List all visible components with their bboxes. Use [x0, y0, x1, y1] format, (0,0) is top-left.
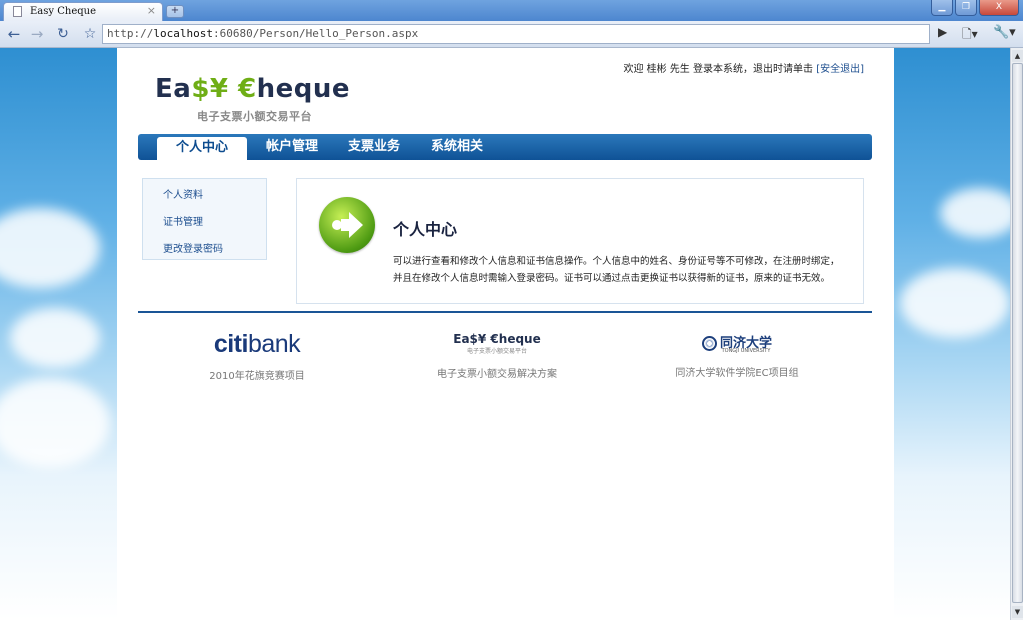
nav-item-cheque-business[interactable]: 支票业务: [348, 134, 400, 160]
welcome-text: 欢迎 桂彬 先生 登录本系统，退出时请单击: [623, 64, 813, 75]
partner-easycheque: Ea$¥ €heque 电子支票小额交易平台 电子支票小额交易解决方案: [397, 332, 597, 380]
reload-icon[interactable]: ↻: [54, 25, 72, 43]
sidebar-item-change-password[interactable]: 更改登录密码: [163, 240, 223, 255]
wrench-icon[interactable]: 🔧▾: [993, 25, 1016, 40]
go-arrow-icon[interactable]: ▶: [938, 25, 947, 39]
sidebar-item-profile[interactable]: 个人资料: [163, 186, 203, 201]
minimize-button[interactable]: ▁: [931, 0, 953, 16]
sidebar: 个人资料 证书管理 更改登录密码: [142, 178, 267, 260]
nav-item-account-management[interactable]: 帐户管理: [266, 134, 318, 160]
page-menu-icon[interactable]: 🗋▾: [962, 25, 978, 46]
citibank-logo: citibank: [213, 330, 301, 358]
window-controls: ▁ ❐ X: [931, 0, 1019, 16]
scroll-thumb[interactable]: [1012, 63, 1023, 603]
vertical-scrollbar[interactable]: ▲ ▼: [1010, 48, 1023, 620]
background-cloud: [940, 188, 1010, 238]
close-window-button[interactable]: X: [979, 0, 1019, 16]
content-panel: 个人中心 可以进行查看和修改个人信息和证书信息操作。个人信息中的姓名、身份证号等…: [296, 178, 864, 304]
nav-item-system[interactable]: 系统相关: [431, 134, 483, 160]
back-arrow-icon[interactable]: ←: [5, 25, 23, 43]
tongji-logo-subtitle: TONGJI UNIVERSITY: [721, 348, 771, 354]
tab-close-icon[interactable]: ×: [147, 4, 156, 17]
address-bar[interactable]: http://localhost:60680/Person/Hello_Pers…: [102, 24, 930, 44]
page-container: 欢迎 桂彬 先生 登录本系统，退出时请单击 [安全退出] Ea$¥ €heque…: [117, 48, 894, 620]
partner-caption: 同济大学软件学院EC项目组: [675, 368, 799, 379]
restore-button[interactable]: ❐: [955, 0, 977, 16]
easycheque-logo: Ea$¥ €heque: [453, 332, 541, 346]
web-viewport: 欢迎 桂彬 先生 登录本系统，退出时请单击 [安全退出] Ea$¥ €heque…: [0, 48, 1010, 620]
partner-caption: 2010年花旗竞赛项目: [209, 371, 305, 382]
partner-caption: 电子支票小额交易解决方案: [437, 369, 557, 380]
content-description: 可以进行查看和修改个人信息和证书信息操作。个人信息中的姓名、身份证号等不可修改，…: [393, 253, 848, 287]
browser-toolbar: ← → ↻ ☆ http://localhost:60680/Person/He…: [0, 21, 1023, 48]
tongji-seal-icon: [701, 336, 717, 351]
background-cloud: [0, 208, 100, 288]
footer-divider: [138, 311, 872, 313]
content-title: 个人中心: [393, 220, 458, 239]
background-cloud: [900, 268, 1010, 338]
scroll-down-icon[interactable]: ▼: [1012, 606, 1023, 618]
description-line: 可以进行查看和修改个人信息和证书信息操作。个人信息中的姓名、身份证号等不可修改，…: [393, 256, 840, 267]
partner-citibank: citibank 2010年花旗竞赛项目: [157, 330, 357, 382]
star-icon[interactable]: ☆: [81, 25, 99, 43]
browser-tab[interactable]: Easy Cheque ×: [3, 2, 163, 21]
tab-title: Easy Cheque: [30, 6, 96, 17]
main-nav: 个人中心 帐户管理 支票业务 系统相关: [138, 134, 872, 160]
background-cloud: [0, 378, 110, 468]
logo-subtitle: 电子支票小额交易平台: [197, 110, 312, 123]
browser-titlebar: Easy Cheque × + ▁ ❐ X: [0, 0, 1023, 21]
welcome-message: 欢迎 桂彬 先生 登录本系统，退出时请单击 [安全退出]: [623, 60, 864, 75]
nav-item-personal-center[interactable]: 个人中心: [157, 137, 247, 160]
page-icon: [13, 6, 22, 17]
site-logo: Ea$¥ €heque: [155, 74, 351, 104]
description-line: 并且在修改个人信息时需输入登录密码。证书可以通过点击更换证书以获得新的证书，原来…: [393, 273, 831, 284]
partner-tongji: 同济大学 TONGJI UNIVERSITY 同济大学软件学院EC项目组: [637, 332, 837, 379]
arrow-right-icon: [319, 197, 375, 253]
sidebar-item-certificates[interactable]: 证书管理: [163, 213, 203, 228]
forward-arrow-icon[interactable]: →: [28, 25, 46, 43]
scroll-up-icon[interactable]: ▲: [1012, 50, 1023, 62]
easycheque-logo-subtitle: 电子支票小额交易平台: [466, 348, 527, 355]
background-cloud: [10, 308, 100, 368]
logout-link[interactable]: [安全退出]: [816, 64, 864, 75]
new-tab-button[interactable]: +: [166, 5, 184, 18]
